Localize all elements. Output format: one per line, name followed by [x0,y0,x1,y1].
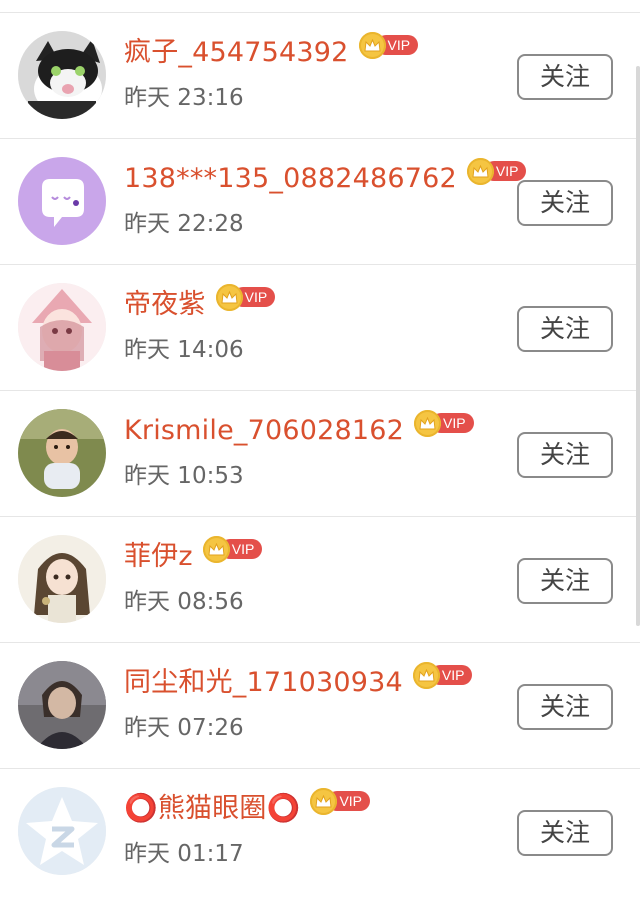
user-name[interactable]: 菲伊z [124,539,193,575]
follow-button[interactable]: 关注 [517,54,613,100]
qzone-star-avatar-icon [18,787,106,875]
list-item[interactable]: 138***135_0882486762 VIP 昨天 22:28 关注 [0,139,640,265]
list-item[interactable]: 菲伊z VIP 昨天 08:56 关注 [0,517,640,643]
anime-girl-avatar-icon [18,283,106,371]
vip-badge: VIP [466,157,527,185]
user-name[interactable]: 帝夜紫 [124,287,206,323]
follow-time: 昨天 10:53 [124,463,244,489]
vip-badge: VIP [414,409,474,437]
list-item[interactable]: 疯子_454754392 VIP 昨天 23:16 关注 [0,13,640,139]
crown-icon [414,409,441,437]
crown-icon [412,661,440,689]
crown-icon [215,283,243,311]
follow-button[interactable]: 关注 [517,810,613,856]
avatar[interactable] [18,283,106,371]
name-line: 疯子_454754392 VIP [124,31,419,75]
follower-list: 疯子_454754392 VIP 昨天 23:16 关注 138***135_0… [0,0,640,897]
user-name[interactable]: ⭕熊猫眼圈⭕ [124,791,300,827]
user-name[interactable]: Krismile_706028162 [124,413,404,449]
avatar[interactable] [18,535,106,623]
crown-icon [202,535,230,563]
list-item[interactable]: 帝夜紫 VIP 昨天 14:06 关注 [0,265,640,391]
avatar[interactable] [18,661,106,749]
follow-button[interactable]: 关注 [517,180,613,226]
vip-badge: VIP [310,787,371,815]
follow-button[interactable]: 关注 [517,432,613,478]
follow-time: 昨天 08:56 [124,589,244,615]
follow-time: 昨天 22:28 [124,211,244,237]
avatar[interactable] [18,31,106,119]
crown-icon [466,157,494,185]
follow-time: 昨天 07:26 [124,715,244,741]
crown-icon [358,31,386,59]
cat-photo-avatar-icon [18,31,106,119]
scrollbar[interactable] [636,66,640,626]
name-line: Krismile_706028162 VIP [124,409,474,453]
vip-badge: VIP [202,535,263,563]
name-line: 138***135_0882486762 VIP [124,157,527,201]
anime-girl-avatar-icon [18,535,106,623]
name-line: 菲伊z VIP [124,535,263,579]
follow-button[interactable]: 关注 [517,306,613,352]
portrait-photo-avatar-icon [18,661,106,749]
follow-time: 昨天 01:17 [124,841,244,867]
list-item[interactable]: 同尘和光_171030934 VIP 昨天 07:26 关注 [0,643,640,769]
follow-time: 昨天 23:16 [124,85,244,111]
chat-bubble-avatar-icon [18,157,106,245]
name-line: ⭕熊猫眼圈⭕ VIP [124,787,371,831]
vip-badge: VIP [358,31,419,59]
avatar[interactable] [18,787,106,875]
avatar[interactable] [18,409,106,497]
follow-time: 昨天 14:06 [124,337,244,363]
list-item[interactable]: ⭕熊猫眼圈⭕ VIP 昨天 01:17 关注 [0,769,640,895]
vip-badge: VIP [412,661,473,689]
crown-icon [310,787,338,815]
user-name[interactable]: 同尘和光_171030934 [124,665,403,701]
user-name[interactable]: 138***135_0882486762 [124,161,457,197]
follow-button[interactable]: 关注 [517,684,613,730]
baby-photo-avatar-icon [18,409,106,497]
name-line: 同尘和光_171030934 VIP [124,661,473,705]
follow-button[interactable]: 关注 [517,558,613,604]
user-name[interactable]: 疯子_454754392 [124,35,349,71]
vip-badge: VIP [215,283,276,311]
avatar[interactable] [18,157,106,245]
name-line: 帝夜紫 VIP [124,283,276,327]
list-item[interactable]: Krismile_706028162 VIP 昨天 10:53 关注 [0,391,640,517]
